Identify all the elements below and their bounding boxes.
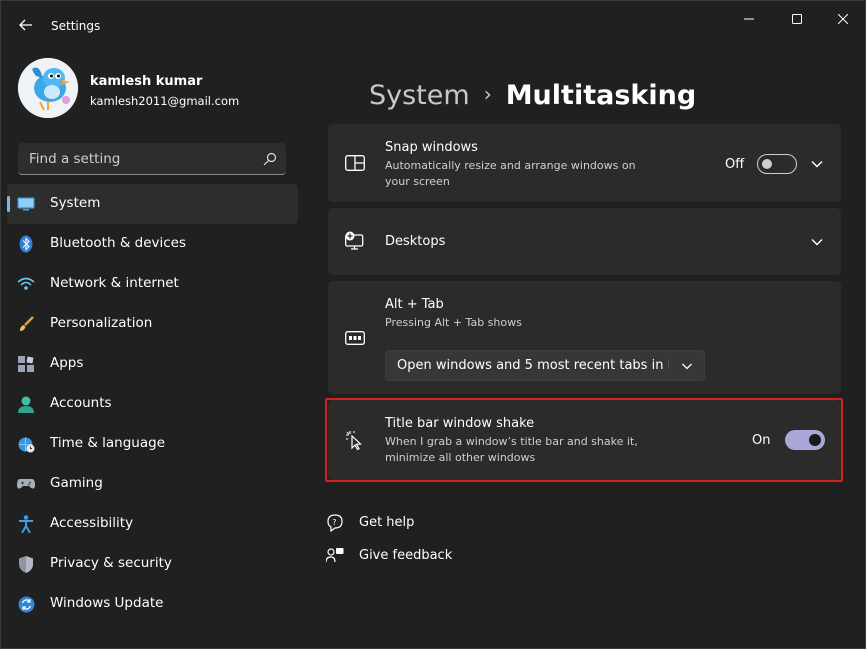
chevron-down-icon[interactable] bbox=[810, 235, 824, 249]
globe-clock-icon bbox=[17, 435, 35, 453]
snap-windows-toggle[interactable] bbox=[757, 154, 797, 174]
title-bar-shake-description: When I grab a window’s title bar and sha… bbox=[385, 435, 638, 464]
sidebar-item-label: Bluetooth & devices bbox=[50, 235, 187, 251]
back-arrow-icon bbox=[19, 19, 32, 31]
sidebar-item-label: Accessibility bbox=[50, 515, 134, 531]
close-button[interactable] bbox=[825, 7, 861, 31]
sidebar-item-label: Network & internet bbox=[50, 275, 179, 291]
snap-windows-card[interactable]: Snap windows Automatically resize and ar… bbox=[328, 124, 841, 202]
close-icon bbox=[838, 14, 848, 24]
user-email: kamlesh2011@gmail.com bbox=[90, 94, 240, 108]
breadcrumb: System › Multitasking bbox=[369, 80, 696, 111]
bird-avatar-icon bbox=[18, 58, 78, 118]
apps-icon bbox=[17, 355, 35, 373]
accessibility-icon bbox=[17, 515, 35, 533]
update-icon bbox=[17, 595, 35, 613]
sidebar-nav: System Bluetooth & devices Network & int… bbox=[7, 184, 299, 624]
sidebar-item-label: Personalization bbox=[50, 315, 153, 331]
chevron-down-icon[interactable] bbox=[810, 157, 824, 171]
search-icon[interactable] bbox=[263, 152, 277, 166]
sidebar-item-apps[interactable]: Apps bbox=[7, 344, 298, 384]
alt-tab-title: Alt + Tab bbox=[385, 297, 444, 312]
sidebar-item-accounts[interactable]: Accounts bbox=[7, 384, 298, 424]
svg-text:?: ? bbox=[332, 518, 336, 527]
get-help-label[interactable]: Get help bbox=[359, 515, 414, 530]
toggle-knob bbox=[809, 434, 821, 446]
alt-tab-dropdown[interactable]: Open windows and 5 most recent tabs in M bbox=[385, 350, 705, 381]
sidebar-item-privacy-security[interactable]: Privacy & security bbox=[7, 544, 298, 584]
wifi-icon bbox=[17, 275, 35, 293]
minimize-icon bbox=[744, 18, 754, 20]
sidebar-item-label: Time & language bbox=[50, 435, 166, 451]
sidebar-item-windows-update[interactable]: Windows Update bbox=[7, 584, 298, 624]
give-feedback-label[interactable]: Give feedback bbox=[359, 548, 452, 563]
maximize-icon bbox=[792, 14, 802, 24]
chevron-down-icon bbox=[682, 363, 692, 370]
desktops-icon bbox=[344, 230, 366, 252]
user-name: kamlesh kumar bbox=[90, 74, 203, 89]
brush-icon bbox=[17, 315, 35, 333]
alt-tab-card: Alt + Tab Pressing Alt + Tab shows Open … bbox=[328, 281, 841, 394]
title-bar-shake-toggle[interactable] bbox=[785, 430, 825, 450]
title-bar: Settings bbox=[1, 1, 865, 49]
feedback-icon bbox=[326, 547, 344, 565]
search-input[interactable]: Find a setting bbox=[29, 151, 120, 167]
sidebar-item-label: Privacy & security bbox=[50, 555, 172, 571]
snap-toggle-label: Off bbox=[725, 157, 745, 172]
get-help-link[interactable]: ? Get help bbox=[326, 512, 414, 534]
sidebar-item-label: System bbox=[50, 195, 101, 211]
desktops-title: Desktops bbox=[385, 234, 446, 249]
sidebar-item-gaming[interactable]: Gaming bbox=[7, 464, 298, 504]
desktops-card[interactable]: Desktops bbox=[328, 208, 841, 275]
person-icon bbox=[17, 395, 35, 413]
search-box[interactable]: Find a setting bbox=[18, 143, 286, 175]
toggle-knob bbox=[762, 159, 772, 169]
gamepad-icon bbox=[17, 475, 35, 493]
help-icon: ? bbox=[326, 514, 344, 532]
snap-windows-title: Snap windows bbox=[385, 140, 478, 155]
sidebar-item-accessibility[interactable]: Accessibility bbox=[7, 504, 298, 544]
sidebar-item-label: Accounts bbox=[50, 395, 112, 411]
cursor-shake-icon bbox=[344, 429, 366, 451]
alt-tab-description: Pressing Alt + Tab shows bbox=[385, 316, 522, 329]
sidebar-item-personalization[interactable]: Personalization bbox=[7, 304, 298, 344]
give-feedback-link[interactable]: Give feedback bbox=[326, 545, 452, 567]
alt-tab-icon bbox=[344, 327, 366, 349]
sidebar-item-system[interactable]: System bbox=[7, 184, 298, 224]
sidebar-item-bluetooth[interactable]: Bluetooth & devices bbox=[7, 224, 298, 264]
monitor-icon bbox=[17, 195, 35, 213]
minimize-button[interactable] bbox=[731, 7, 767, 31]
sidebar-item-label: Windows Update bbox=[50, 595, 164, 611]
dropdown-selected-value: Open windows and 5 most recent tabs in M bbox=[397, 358, 669, 373]
sidebar-item-label: Gaming bbox=[50, 475, 103, 491]
breadcrumb-separator: › bbox=[483, 82, 492, 106]
shield-icon bbox=[17, 555, 35, 573]
app-title: Settings bbox=[51, 19, 101, 33]
sidebar-item-network[interactable]: Network & internet bbox=[7, 264, 298, 304]
breadcrumb-parent[interactable]: System bbox=[369, 80, 470, 111]
bluetooth-icon bbox=[17, 235, 35, 253]
settings-window: Settings kamlesh kumar kamlesh2011@gmail… bbox=[0, 0, 866, 649]
page-title: Multitasking bbox=[505, 80, 697, 111]
sidebar-item-label: Apps bbox=[50, 355, 84, 371]
title-bar-shake-card[interactable]: Title bar window shake When I grab a win… bbox=[328, 400, 841, 480]
sidebar-item-time-language[interactable]: Time & language bbox=[7, 424, 298, 464]
maximize-button[interactable] bbox=[779, 7, 815, 31]
snap-icon bbox=[344, 152, 366, 174]
snap-windows-description: Automatically resize and arrange windows… bbox=[385, 159, 636, 188]
title-bar-shake-title: Title bar window shake bbox=[385, 416, 535, 431]
avatar[interactable] bbox=[18, 58, 78, 118]
back-button[interactable] bbox=[15, 14, 37, 36]
shake-toggle-label: On bbox=[752, 433, 771, 448]
